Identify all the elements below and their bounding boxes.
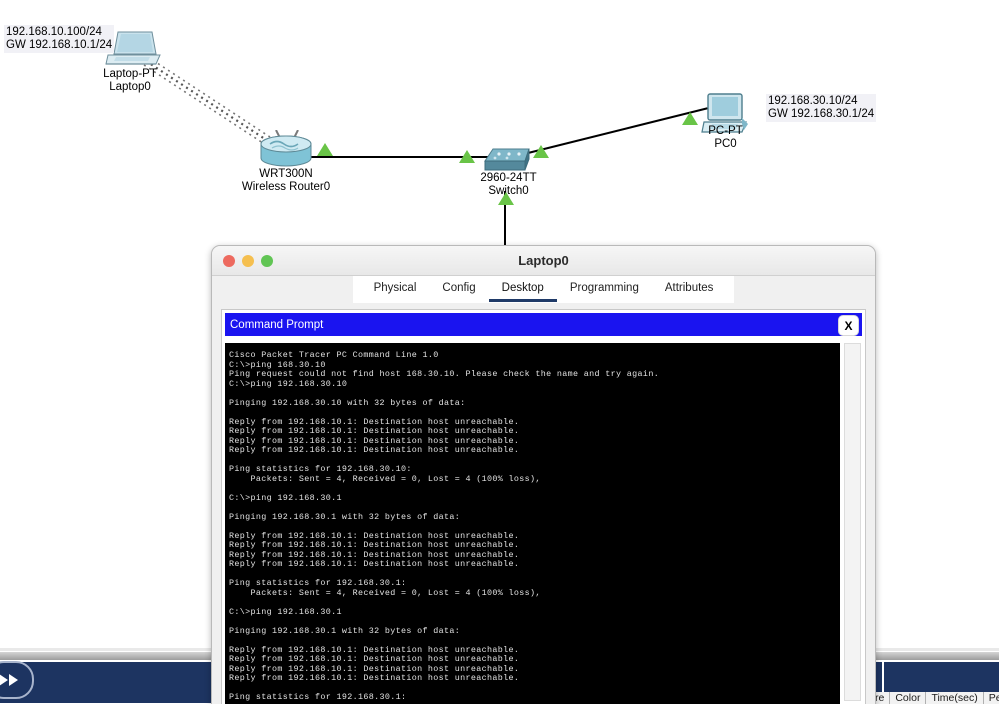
device-tabbar[interactable]: Physical Config Desktop Programming Attr…	[212, 276, 875, 303]
sim-col-time: Time(sec)	[926, 692, 984, 704]
fast-forward-button[interactable]	[0, 661, 34, 699]
terminal-output[interactable]: Cisco Packet Tracer PC Command Line 1.0 …	[225, 343, 840, 704]
device-label-pc: PC-PT PC0	[688, 125, 763, 150]
switch-icon[interactable]	[483, 145, 535, 175]
wireless-router-icon[interactable]	[256, 130, 316, 172]
panel-scrollbar[interactable]	[844, 343, 861, 701]
switch-model: 2960-24TT	[480, 172, 537, 184]
link-status-triangle-switch-down	[498, 192, 514, 205]
tab-desktop[interactable]: Desktop	[488, 278, 557, 302]
tab-strip: Physical Config Desktop Programming Attr…	[352, 276, 735, 303]
sim-col-pe: Pe	[984, 692, 999, 704]
link-switch-pc[interactable]	[527, 107, 708, 154]
simulation-panel-headers[interactable]: re Color Time(sec) Pe	[870, 692, 999, 704]
device-label-laptop: Laptop-PT Laptop0	[80, 68, 180, 93]
link-status-triangle-switch-right	[533, 145, 549, 158]
tab-attributes[interactable]: Attributes	[652, 278, 727, 302]
window-titlebar[interactable]: Laptop0	[212, 246, 875, 276]
pc-name: PC0	[714, 137, 737, 150]
link-status-triangle-switch-left	[459, 150, 475, 163]
window-title: Laptop0	[518, 253, 569, 268]
pc-model: PC-PT	[708, 125, 743, 137]
device-window-body: Command Prompt X Cisco Packet Tracer PC …	[212, 303, 875, 704]
sim-col-color: Color	[890, 692, 927, 704]
laptop-name: Laptop0	[109, 80, 151, 93]
laptop-ip-label: 192.168.10.100/24 GW 192.168.10.1/24	[4, 25, 115, 53]
device-label-router: WRT300N Wireless Router0	[226, 168, 346, 193]
command-prompt-panel[interactable]: Command Prompt X Cisco Packet Tracer PC …	[221, 309, 866, 704]
tab-physical[interactable]: Physical	[361, 278, 430, 302]
command-prompt-title: Command Prompt	[230, 318, 324, 331]
command-prompt-titlebar[interactable]: Command Prompt X	[225, 313, 862, 336]
device-window[interactable]: Laptop0 Physical Config Desktop Programm…	[211, 245, 876, 704]
link-status-triangle-pc	[682, 112, 698, 125]
tab-programming[interactable]: Programming	[557, 278, 652, 302]
router-name: Wireless Router0	[241, 180, 331, 193]
tab-config[interactable]: Config	[429, 278, 488, 302]
link-status-triangle-router	[317, 143, 333, 156]
close-icon[interactable]: X	[838, 315, 859, 336]
router-model: WRT300N	[259, 168, 313, 180]
fast-forward-icon	[0, 674, 18, 686]
laptop-model: Laptop-PT	[103, 68, 157, 80]
pc-ip-label: 192.168.30.10/24 GW 192.168.30.1/24	[766, 94, 877, 122]
packet-tracer-screen: Laptop-PT Laptop0 192.168.10.100/24 GW 1…	[0, 0, 999, 704]
